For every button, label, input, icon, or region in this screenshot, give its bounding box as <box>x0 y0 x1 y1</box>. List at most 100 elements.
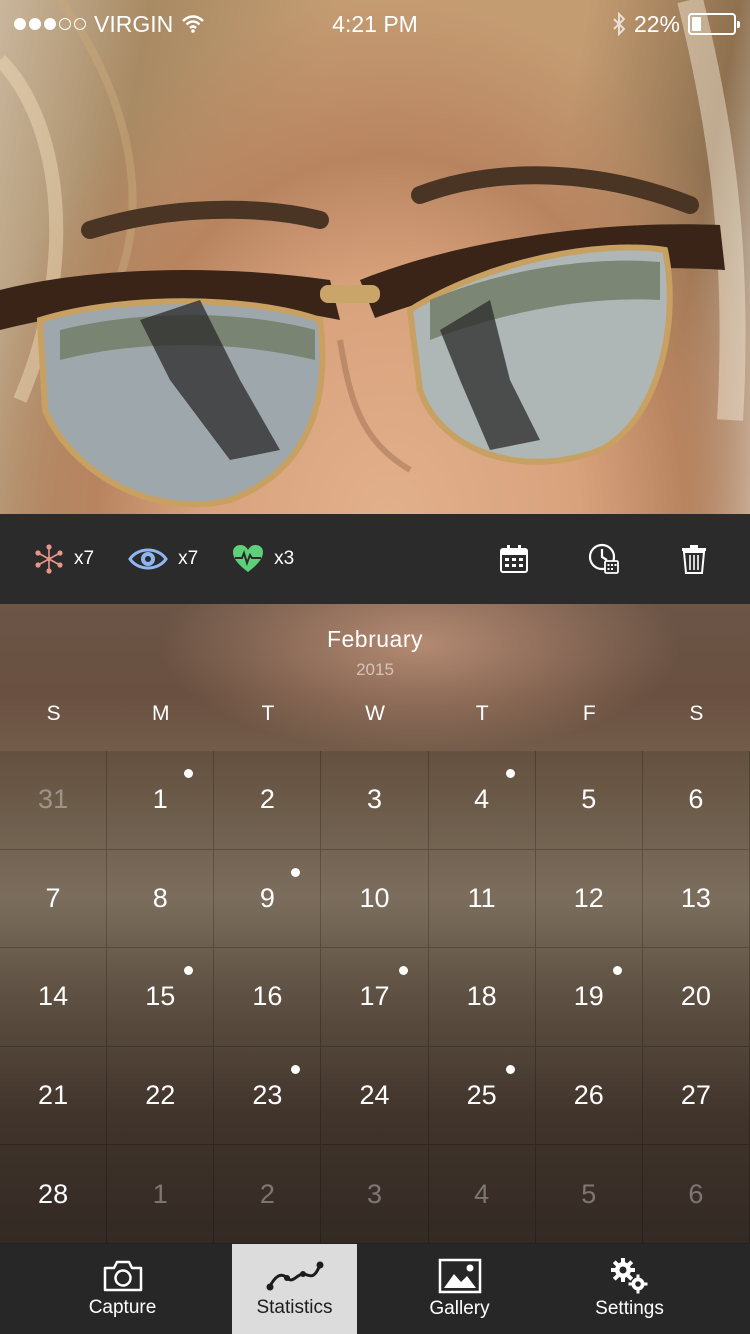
day-number: 19 <box>573 981 604 1012</box>
tab-statistics-label: Statistics <box>256 1297 333 1318</box>
calendar-day[interactable]: 11 <box>428 849 536 949</box>
entry-indicator-dot <box>184 966 194 976</box>
day-number: 20 <box>680 981 711 1012</box>
calendar-day-outside-month[interactable]: 4 <box>428 1145 536 1244</box>
calendar-day-outside-month[interactable]: 2 <box>214 1145 322 1244</box>
calendar-icon <box>500 545 528 573</box>
day-number: 24 <box>359 1080 390 1111</box>
sparkle-stat: x7 <box>34 544 94 574</box>
day-number: 11 <box>467 882 496 913</box>
calendar-day[interactable]: 17 <box>321 948 429 1047</box>
day-number: 23 <box>252 1080 283 1111</box>
entry-indicator-dot <box>505 1064 515 1074</box>
signal-strength-icon <box>14 18 86 30</box>
calendar-day-outside-month[interactable]: 6 <box>642 1145 750 1244</box>
calendar-day[interactable]: 24 <box>321 1046 429 1146</box>
calendar-day[interactable]: 7 <box>0 849 108 949</box>
weekday-label: F <box>582 702 596 725</box>
tab-capture[interactable]: Capture <box>60 1244 185 1334</box>
day-number: 31 <box>38 784 69 815</box>
calendar-day[interactable]: 2 <box>214 751 322 850</box>
tab-statistics[interactable]: Statistics <box>232 1244 357 1334</box>
weekday-label: S <box>689 702 704 725</box>
selfie-photo <box>0 0 750 514</box>
calendar-day[interactable]: 22 <box>107 1046 215 1146</box>
calendar-day-outside-month[interactable]: 3 <box>321 1145 429 1244</box>
tab-capture-label: Capture <box>88 1297 157 1318</box>
calendar-day[interactable]: 21 <box>0 1046 108 1146</box>
carrier-name: VIRGIN <box>94 10 174 37</box>
day-number: 12 <box>573 882 604 913</box>
calendar-day[interactable]: 9 <box>214 849 322 949</box>
calendar-day[interactable]: 14 <box>0 948 108 1047</box>
sunglasses-illustration <box>0 0 746 508</box>
calendar-day[interactable]: 1 <box>107 751 215 850</box>
delete-button[interactable] <box>672 537 716 581</box>
calendar-day[interactable]: 27 <box>642 1046 750 1146</box>
day-number: 3 <box>366 1178 382 1209</box>
weekday-label: T <box>261 702 275 725</box>
calendar-day-outside-month[interactable]: 5 <box>535 1145 643 1244</box>
sparkle-count: x7 <box>74 548 95 569</box>
calendar-day[interactable]: 18 <box>428 948 536 1047</box>
day-number: 4 <box>474 1178 490 1209</box>
calendar-day[interactable]: 26 <box>535 1046 643 1146</box>
wifi-icon <box>182 15 205 33</box>
entry-indicator-dot <box>505 769 515 778</box>
calendar-day[interactable]: 13 <box>642 849 750 949</box>
day-number: 8 <box>152 882 168 913</box>
sparkle-icon <box>35 544 63 574</box>
day-number: 2 <box>259 1178 275 1209</box>
calendar-day[interactable]: 4 <box>428 751 536 850</box>
calendar-day[interactable]: 5 <box>535 751 643 850</box>
entry-indicator-dot <box>398 966 408 976</box>
schedule-button[interactable] <box>582 537 626 581</box>
tab-bar: Capture Statistics Gallery Settings <box>0 1244 750 1334</box>
calendar-year: 2015 <box>356 660 394 679</box>
weekday-label: M <box>151 702 170 725</box>
day-number: 13 <box>680 882 711 913</box>
entry-indicator-dot <box>184 769 194 778</box>
day-number: 21 <box>38 1080 69 1111</box>
calendar-day[interactable]: 8 <box>107 849 215 949</box>
entry-indicator-dot <box>291 867 301 877</box>
calendar-day[interactable]: 19 <box>535 948 643 1047</box>
day-number: 1 <box>152 1178 168 1209</box>
calendar-day[interactable]: 10 <box>321 849 429 949</box>
weekday-label: T <box>475 702 489 725</box>
battery-icon <box>688 13 740 35</box>
entry-indicator-dot <box>612 966 622 976</box>
calendar-day-outside-month[interactable]: 1 <box>107 1145 215 1244</box>
bluetooth-icon <box>613 12 626 36</box>
trash-icon <box>682 545 706 574</box>
calendar-day[interactable]: 23 <box>214 1046 322 1146</box>
day-number: 6 <box>688 1178 704 1209</box>
day-number: 1 <box>152 784 168 815</box>
calendar-day[interactable]: 12 <box>535 849 643 949</box>
weekday-label: W <box>365 702 385 725</box>
gears-icon <box>610 1258 647 1294</box>
calendar-day[interactable]: 16 <box>214 948 322 1047</box>
calendar-day[interactable]: 15 <box>107 948 215 1047</box>
status-bar: VIRGIN 4:21 PM 22% <box>0 0 750 48</box>
day-number: 25 <box>466 1080 497 1111</box>
tab-settings[interactable]: Settings <box>567 1244 692 1334</box>
weekday-row: SMTWTFS <box>0 702 750 726</box>
calendar-day[interactable]: 20 <box>642 948 750 1047</box>
day-number: 15 <box>145 981 176 1012</box>
entry-indicator-dot <box>291 1064 301 1074</box>
day-number: 17 <box>359 981 390 1012</box>
line-chart-icon <box>266 1261 323 1291</box>
eye-stat: x7 <box>128 545 198 573</box>
calendar-day[interactable]: 28 <box>0 1145 108 1244</box>
calendar-day[interactable]: 25 <box>428 1046 536 1146</box>
image-icon <box>438 1258 481 1294</box>
calendar-button[interactable] <box>492 537 536 581</box>
day-number: 4 <box>474 784 490 815</box>
calendar-day[interactable]: 6 <box>642 751 750 850</box>
day-number: 27 <box>680 1080 711 1111</box>
calendar-day[interactable]: 3 <box>321 751 429 850</box>
tab-gallery[interactable]: Gallery <box>397 1244 522 1334</box>
calendar-day-outside-month[interactable]: 31 <box>0 751 108 850</box>
calendar-header: February 2015 S M T W T F S <box>0 604 750 751</box>
